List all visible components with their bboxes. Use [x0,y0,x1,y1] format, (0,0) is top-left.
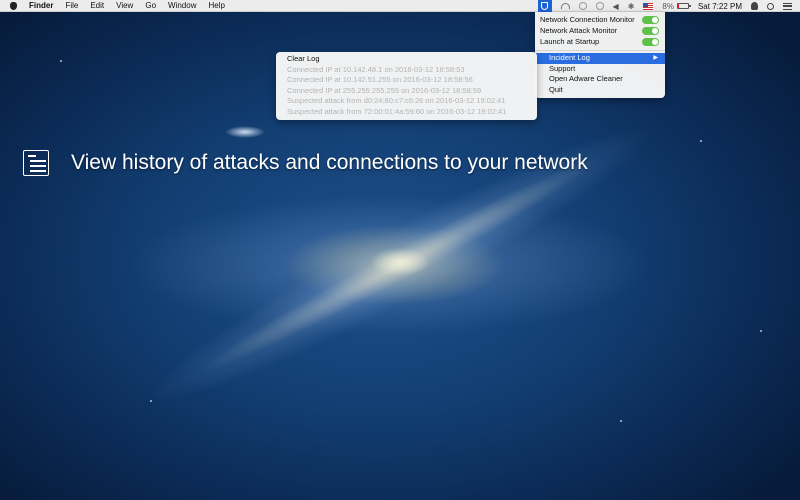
caption-text: View history of attacks and connections … [71,151,588,174]
menu-file[interactable]: File [65,0,78,12]
menu-item-support[interactable]: Support [535,64,665,75]
menu-bar: Finder File Edit View Go Window Help ◀ ✱… [0,0,800,12]
log-entry: Suspected attack from 72:00:01:4a:59:60 … [287,106,507,116]
toggle-row-launch-at-startup[interactable]: Launch at Startup [535,36,665,47]
menu-view[interactable]: View [116,0,133,12]
toggle-row-connection-monitor[interactable]: Network Connection Monitor [535,14,665,25]
notification-list-icon[interactable] [783,0,792,12]
menu-item-incident-log[interactable]: Incident Log ▶ [535,53,665,64]
wifi-icon[interactable] [560,0,570,12]
menu-item-label: Incident Log [549,53,590,62]
log-entry: Connected IP at 10.142.51.255 on 2016-03… [287,75,473,84]
log-entry: Connected IP at 255.255.255.255 on 2016-… [287,85,482,95]
galaxy-core-glow [189,143,611,387]
star [60,60,62,62]
attack-monitor-toggle[interactable] [642,26,659,35]
menu-help[interactable]: Help [208,0,224,12]
menu-separator [535,50,665,51]
circle-icon[interactable] [578,0,587,12]
feature-caption: View history of attacks and connections … [23,150,588,176]
toggle-label: Network Connection Monitor [540,15,635,24]
menu-window[interactable]: Window [168,0,196,12]
star [700,140,702,142]
clear-log-item[interactable]: Clear Log [276,54,537,65]
status-menu: Network Connection Monitor Network Attac… [535,12,665,98]
shield-app-icon[interactable] [537,0,552,12]
menu-go[interactable]: Go [145,0,156,12]
user-icon[interactable] [751,0,758,12]
menu-app-name[interactable]: Finder [29,0,53,12]
incident-log-submenu: Clear Log Connected IP at 10.142.48.1 on… [276,52,537,120]
battery-percent[interactable]: 8% [662,0,674,12]
menu-item-quit[interactable]: Quit [535,85,665,96]
menu-item-open-adware-cleaner[interactable]: Open Adware Cleaner [535,74,665,85]
star [620,420,622,422]
time-machine-icon[interactable] [595,0,604,12]
log-entry: Connected IP at 10.142.48.1 on 2016-03-1… [287,64,465,74]
menu-edit[interactable]: Edit [90,0,104,12]
volume-icon[interactable]: ◀ [613,0,619,12]
connection-monitor-toggle[interactable] [642,15,659,24]
bluetooth-icon[interactable]: ✱ [628,0,635,12]
toggle-label: Launch at Startup [540,37,600,46]
us-flag-icon[interactable] [643,0,654,12]
log-list-icon [23,150,49,176]
toggle-row-attack-monitor[interactable]: Network Attack Monitor [535,25,665,36]
apple-icon[interactable] [10,1,17,10]
battery-icon[interactable] [676,0,691,12]
star [760,330,762,332]
log-entry: Suspected attack from d0:24:80:c7:c6:26 … [287,96,506,105]
spotlight-search-icon[interactable] [767,0,774,12]
battery-fill [677,4,679,8]
star [150,400,152,402]
submenu-arrow-icon: ▶ [653,55,658,61]
clock[interactable]: Sat 7:22 PM [698,0,742,12]
toggle-label: Network Attack Monitor [540,26,618,35]
launch-at-startup-toggle[interactable] [642,37,659,46]
